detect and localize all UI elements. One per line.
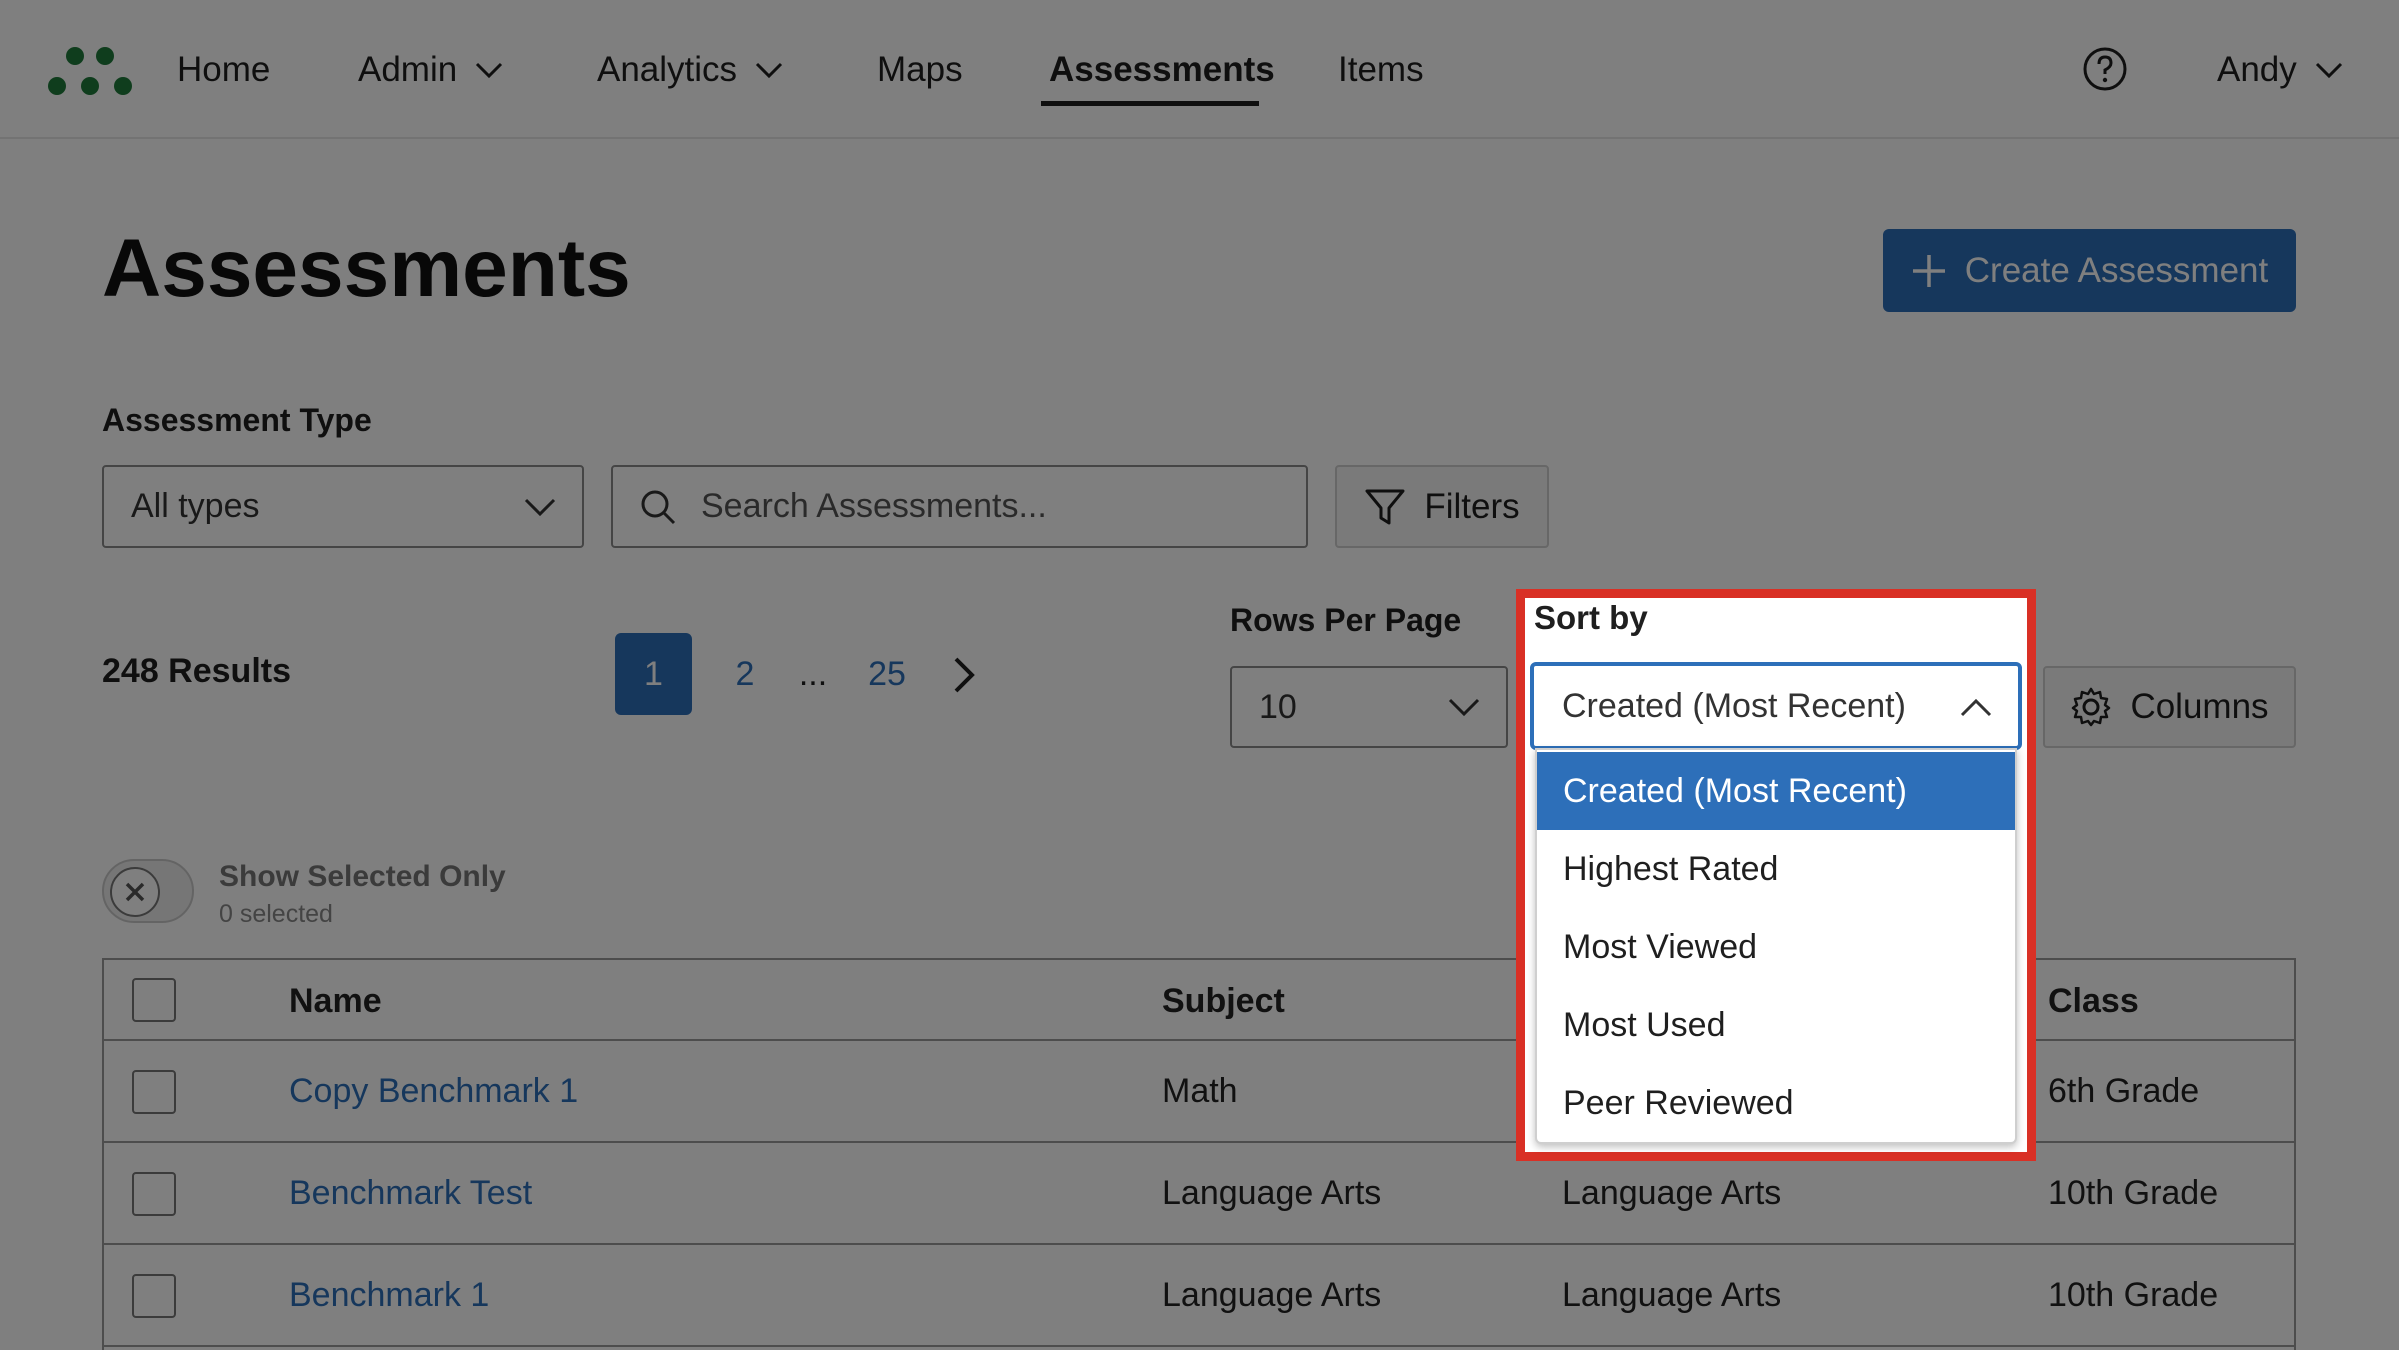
modal-dim-overlay bbox=[0, 0, 2399, 1350]
chevron-up-icon bbox=[1960, 698, 1992, 717]
sort-option-highest-rated[interactable]: Highest Rated bbox=[1537, 830, 2015, 908]
sort-by-select[interactable]: Created (Most Recent) bbox=[1530, 662, 2022, 750]
sort-option-most-viewed[interactable]: Most Viewed bbox=[1537, 908, 2015, 986]
sort-options-list: Created (Most Recent) Highest Rated Most… bbox=[1535, 748, 2017, 1144]
sort-option-most-used[interactable]: Most Used bbox=[1537, 986, 2015, 1064]
sort-option-peer-reviewed[interactable]: Peer Reviewed bbox=[1537, 1064, 2015, 1142]
sort-by-value: Created (Most Recent) bbox=[1562, 686, 1906, 725]
sort-option-created-most-recent[interactable]: Created (Most Recent) bbox=[1537, 752, 2015, 830]
sort-by-label: Sort by bbox=[1534, 599, 1648, 636]
